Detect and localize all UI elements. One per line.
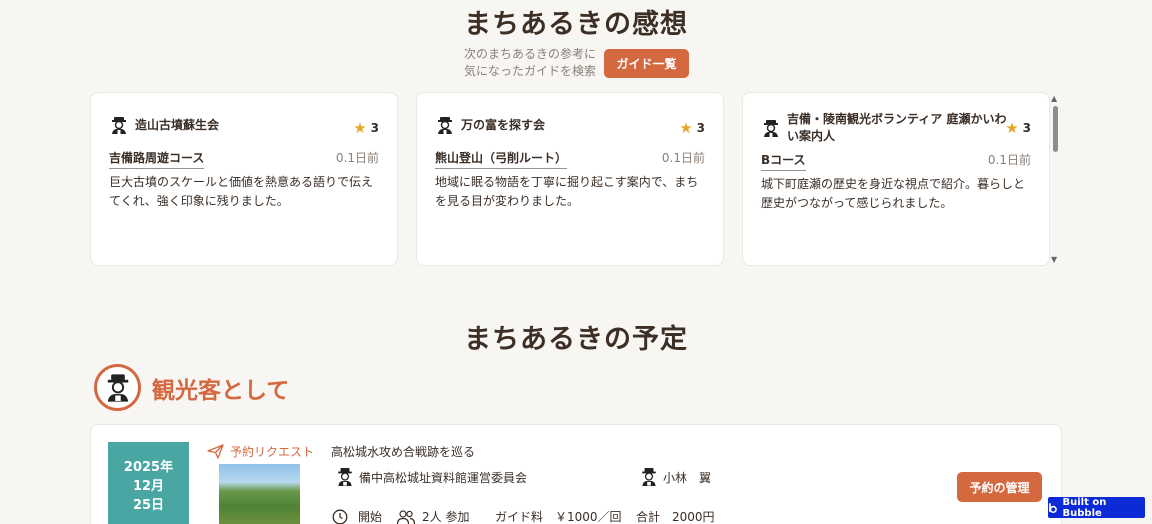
review-rating: ★ 3 [679,119,705,137]
tour-title[interactable]: 高松城水攻め合戦跡を巡る [331,443,475,460]
scroll-up-icon[interactable]: ▲ [1051,94,1057,103]
review-guide[interactable]: 造山古墳蘇生会 [109,115,219,135]
review-card[interactable]: 造山古墳蘇生会 ★ 3 吉備路周遊コース 0.1日前 巨大古墳のスケールと価値を… [90,92,398,266]
role-label: 観光客として [152,378,290,404]
star-icon: ★ [679,119,693,137]
review-guide-name: 造山古墳蘇生会 [135,117,220,132]
review-text: 巨大古墳のスケールと価値を熱意ある語りで伝えてくれ、強く印象に残りました。 [109,175,374,208]
booking-date-day: 25日 [132,498,165,513]
review-text: 城下町庭瀬の歴史を身近な視点で紹介。暮らしと歴史がつながって感じられました。 [761,177,1026,210]
organization-name: 備中高松城址資料館運営委員会 [359,470,528,485]
review-course[interactable]: 吉備路周遊コース [109,149,205,169]
tour-photo [219,464,300,524]
person-name: 小林 翼 [663,470,712,485]
guide-avatar-icon [764,120,778,137]
search-hint-line2: 気になったガイドを検索 [463,64,596,78]
review-rating: ★ 3 [353,119,379,137]
manage-booking-button[interactable]: 予約の管理 [957,472,1042,502]
star-icon: ★ [1005,119,1019,137]
fee-label: ガイド料 [495,510,544,524]
star-icon: ★ [353,119,367,137]
built-on-bubble-badge[interactable]: Built on Bubble [1048,496,1145,519]
review-rating: ★ 3 [1005,119,1031,137]
total-value: 2000円 [672,510,715,524]
search-hint: 次のまちあるきの参考に 気になったガイドを検索 [440,46,596,80]
booking-organization[interactable]: 備中高松城址資料館運営委員会 [336,467,527,487]
booking-participants: 2人 参加 [396,508,469,524]
start-label: 開始 [358,510,383,524]
review-guide[interactable]: 吉備・陵南観光ボランティア 庭瀬かいわい案内人 [761,111,1011,145]
search-hint-line1: 次のまちあるきの参考に [463,47,596,61]
person-avatar-icon [642,468,656,486]
review-text: 地域に眠る物語を丁寧に掘り起こす案内で、まちを見る目が変わりました。 [435,175,699,208]
booking-fee: ガイド料 ￥1000／回 [495,508,622,524]
organization-avatar-icon [338,468,352,486]
booking-status: 予約リクエスト [207,443,314,460]
review-card[interactable]: 万の富を探す会 ★ 3 熊山登山（弓削ルート） 0.1日前 地域に眠る物語を丁寧… [416,92,724,266]
review-guide-name: 万の富を探す会 [461,117,546,132]
bubble-logo-icon [1049,502,1057,513]
review-course[interactable]: 熊山登山（弓削ルート） [435,149,568,169]
booking-date-year: 2025年 [123,460,174,475]
feedback-title: まちあるきの感想 [464,9,688,40]
guide-avatar-icon [112,117,126,134]
people-icon [396,509,416,524]
scroll-thumb[interactable] [1053,106,1058,152]
clock-icon [332,509,348,524]
booking-date-month: 12月 [132,479,165,494]
review-guide[interactable]: 万の富を探す会 [435,115,545,135]
reviews-scrollbar[interactable]: ▲ ▼ [1050,94,1060,264]
review-card[interactable]: 吉備・陵南観光ボランティア 庭瀬かいわい案内人 ★ 3 Bコース 0.1日前 城… [742,92,1050,266]
booking-date: 2025年 12月 25日 [108,442,189,524]
paper-plane-icon [207,444,224,459]
guide-avatar-icon [438,117,452,134]
review-ago: 0.1日前 [661,151,705,165]
booking-total: 合計 2000円 [636,508,715,524]
fee-value: ￥1000／回 [555,510,622,524]
review-course[interactable]: Bコース [761,151,806,171]
tourist-avatar [94,364,141,411]
review-rating-value: 3 [1022,121,1031,135]
badge-label: Built on Bubble [1062,496,1107,519]
review-ago: 0.1日前 [987,153,1031,167]
booking-start: 開始 [332,508,382,524]
scroll-down-icon[interactable]: ▼ [1051,255,1057,264]
guide-list-button[interactable]: ガイド一覧 [604,49,689,78]
review-guide-name: 吉備・陵南観光ボランティア 庭瀬かいわい案内人 [787,112,1007,143]
booking-person[interactable]: 小林 翼 [640,467,711,487]
review-rating-value: 3 [370,121,379,135]
participants-label: 2人 参加 [422,510,470,524]
schedule-title: まちあるきの予定 [464,324,688,355]
tourist-icon [107,373,128,402]
total-label: 合計 [636,510,661,524]
booking-status-label: 予約リクエスト [230,445,315,459]
review-ago: 0.1日前 [335,151,379,165]
review-rating-value: 3 [696,121,705,135]
